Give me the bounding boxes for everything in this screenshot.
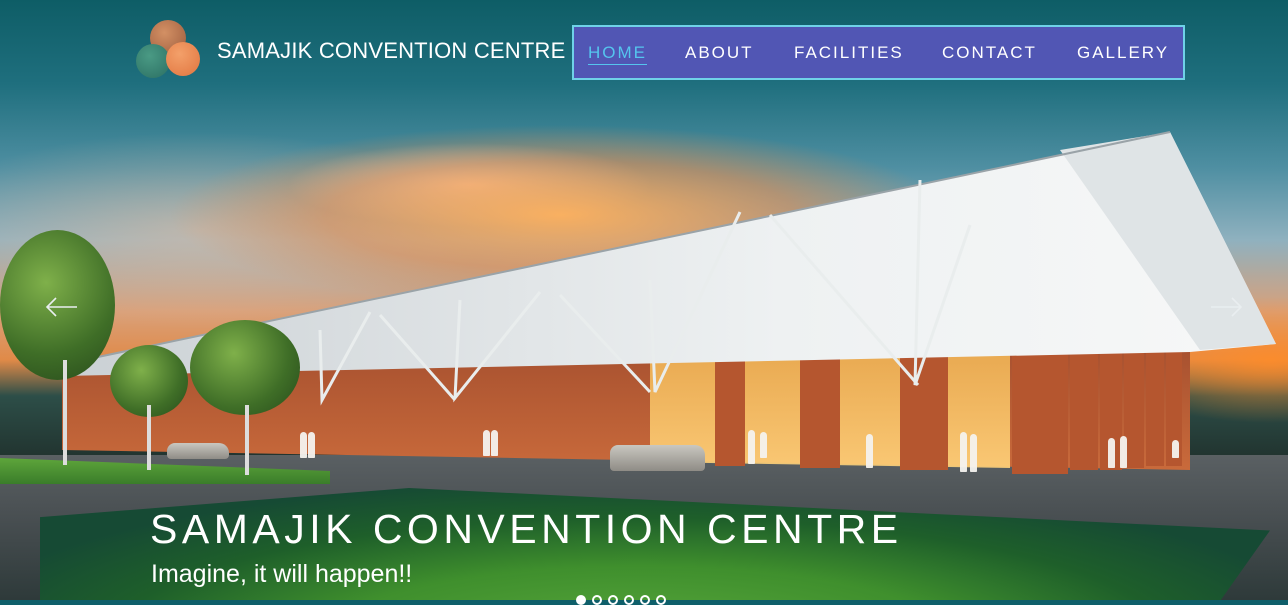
nav-contact[interactable]: CONTACT bbox=[942, 43, 1037, 63]
car bbox=[610, 445, 705, 471]
slider-pagination bbox=[576, 595, 666, 605]
arrow-right-icon[interactable] bbox=[1210, 290, 1244, 324]
slide-dot-4[interactable] bbox=[624, 595, 634, 605]
person-silhouette bbox=[1172, 440, 1179, 458]
person-silhouette bbox=[760, 432, 767, 458]
nav-facilities[interactable]: FACILITIES bbox=[794, 43, 904, 63]
logo-circle-orange bbox=[166, 42, 200, 76]
person-silhouette bbox=[748, 430, 755, 464]
person-silhouette bbox=[300, 432, 307, 458]
tree-trunk bbox=[147, 405, 151, 470]
nav-about[interactable]: ABOUT bbox=[685, 43, 754, 63]
person-silhouette bbox=[491, 430, 498, 456]
car bbox=[167, 443, 229, 459]
tree-trunk bbox=[245, 405, 249, 475]
slide-dot-5[interactable] bbox=[640, 595, 650, 605]
nav-home[interactable]: HOME bbox=[588, 43, 647, 65]
person-silhouette bbox=[1120, 436, 1127, 468]
person-silhouette bbox=[483, 430, 490, 456]
hero-title: SAMAJIK CONVENTION CENTRE bbox=[150, 506, 903, 552]
person-silhouette bbox=[308, 432, 315, 458]
person-silhouette bbox=[960, 432, 967, 472]
slide-dot-3[interactable] bbox=[608, 595, 618, 605]
three-circles-logo-icon[interactable] bbox=[136, 20, 202, 80]
person-silhouette bbox=[970, 434, 977, 472]
main-nav: HOME ABOUT FACILITIES CONTACT GALLERY bbox=[572, 25, 1185, 80]
person-silhouette bbox=[1108, 438, 1115, 468]
slide-dot-2[interactable] bbox=[592, 595, 602, 605]
site-name[interactable]: SAMAJIK CONVENTION CENTRE bbox=[217, 38, 565, 64]
logo-circle-teal bbox=[136, 44, 170, 78]
arrow-left-icon[interactable] bbox=[44, 290, 78, 324]
tree bbox=[190, 320, 300, 415]
person-silhouette bbox=[866, 434, 873, 468]
slide-dot-1[interactable] bbox=[576, 595, 586, 605]
slide-dot-6[interactable] bbox=[656, 595, 666, 605]
tree-trunk bbox=[63, 360, 67, 465]
nav-gallery[interactable]: GALLERY bbox=[1077, 43, 1169, 63]
hero-tagline: Imagine, it will happen!! bbox=[151, 560, 413, 588]
